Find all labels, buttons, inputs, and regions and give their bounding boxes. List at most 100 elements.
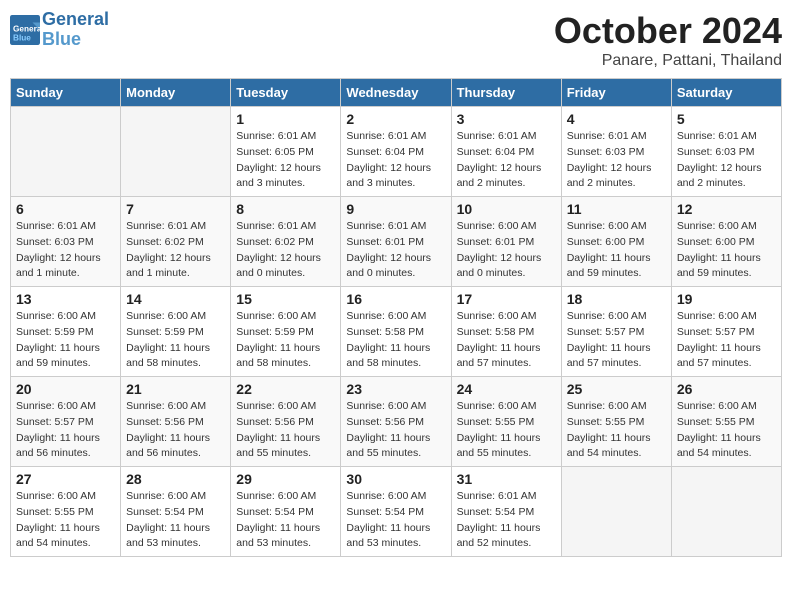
day-info: Sunrise: 6:00 AMSunset: 5:57 PMDaylight:… bbox=[16, 399, 115, 462]
day-number: 31 bbox=[457, 471, 556, 487]
day-number: 8 bbox=[236, 201, 335, 217]
day-number: 30 bbox=[346, 471, 445, 487]
day-info: Sunrise: 6:01 AMSunset: 6:04 PMDaylight:… bbox=[346, 129, 445, 192]
day-info: Sunrise: 6:00 AMSunset: 6:01 PMDaylight:… bbox=[457, 219, 556, 282]
col-friday: Friday bbox=[561, 79, 671, 107]
day-number: 28 bbox=[126, 471, 225, 487]
day-number: 29 bbox=[236, 471, 335, 487]
day-info: Sunrise: 6:00 AMSunset: 5:56 PMDaylight:… bbox=[346, 399, 445, 462]
day-number: 26 bbox=[677, 381, 776, 397]
day-number: 22 bbox=[236, 381, 335, 397]
day-number: 12 bbox=[677, 201, 776, 217]
col-thursday: Thursday bbox=[451, 79, 561, 107]
calendar-cell: 7 Sunrise: 6:01 AMSunset: 6:02 PMDaylight… bbox=[121, 197, 231, 287]
day-number: 24 bbox=[457, 381, 556, 397]
day-info: Sunrise: 6:01 AMSunset: 6:02 PMDaylight:… bbox=[236, 219, 335, 282]
day-info: Sunrise: 6:01 AMSunset: 6:01 PMDaylight:… bbox=[346, 219, 445, 282]
day-number: 19 bbox=[677, 291, 776, 307]
calendar-cell: 20Sunrise: 6:00 AMSunset: 5:57 PMDayligh… bbox=[11, 377, 121, 467]
day-info: Sunrise: 6:01 AMSunset: 6:03 PMDaylight:… bbox=[677, 129, 776, 192]
day-number: 10 bbox=[457, 201, 556, 217]
calendar-cell: 2 Sunrise: 6:01 AMSunset: 6:04 PMDaylight… bbox=[341, 107, 451, 197]
day-number: 25 bbox=[567, 381, 666, 397]
calendar-cell: 21Sunrise: 6:00 AMSunset: 5:56 PMDayligh… bbox=[121, 377, 231, 467]
calendar-cell: 10 Sunrise: 6:00 AMSunset: 6:01 PMDayligh… bbox=[451, 197, 561, 287]
calendar-cell: 19 Sunrise: 6:00 AMSunset: 5:57 PMDayligh… bbox=[671, 287, 781, 377]
day-info: Sunrise: 6:00 AMSunset: 5:54 PMDaylight:… bbox=[236, 489, 335, 552]
calendar-cell: 12 Sunrise: 6:00 AMSunset: 6:00 PMDayligh… bbox=[671, 197, 781, 287]
calendar-cell: 23 Sunrise: 6:00 AMSunset: 5:56 PMDayligh… bbox=[341, 377, 451, 467]
day-number: 21 bbox=[126, 381, 225, 397]
day-info: Sunrise: 6:00 AMSunset: 5:57 PMDaylight:… bbox=[677, 309, 776, 372]
calendar-week-3: 13Sunrise: 6:00 AMSunset: 5:59 PMDayligh… bbox=[11, 287, 782, 377]
svg-text:Blue: Blue bbox=[13, 33, 31, 42]
calendar-subtitle: Panare, Pattani, Thailand bbox=[554, 52, 782, 70]
day-info: Sunrise: 6:01 AMSunset: 5:54 PMDaylight:… bbox=[457, 489, 556, 552]
calendar-cell: 27Sunrise: 6:00 AMSunset: 5:55 PMDayligh… bbox=[11, 467, 121, 557]
day-number: 11 bbox=[567, 201, 666, 217]
calendar-cell: 1 Sunrise: 6:01 AMSunset: 6:05 PMDaylight… bbox=[231, 107, 341, 197]
calendar-cell: 16Sunrise: 6:00 AMSunset: 5:58 PMDayligh… bbox=[341, 287, 451, 377]
svg-text:General: General bbox=[13, 24, 40, 33]
calendar-week-1: 1 Sunrise: 6:01 AMSunset: 6:05 PMDaylight… bbox=[11, 107, 782, 197]
day-info: Sunrise: 6:00 AMSunset: 5:55 PMDaylight:… bbox=[457, 399, 556, 462]
day-info: Sunrise: 6:00 AMSunset: 5:57 PMDaylight:… bbox=[567, 309, 666, 372]
day-info: Sunrise: 6:00 AMSunset: 5:55 PMDaylight:… bbox=[567, 399, 666, 462]
calendar-week-5: 27Sunrise: 6:00 AMSunset: 5:55 PMDayligh… bbox=[11, 467, 782, 557]
calendar-cell: 8 Sunrise: 6:01 AMSunset: 6:02 PMDaylight… bbox=[231, 197, 341, 287]
day-info: Sunrise: 6:01 AMSunset: 6:03 PMDaylight:… bbox=[567, 129, 666, 192]
day-info: Sunrise: 6:00 AMSunset: 6:00 PMDaylight:… bbox=[677, 219, 776, 282]
day-info: Sunrise: 6:00 AMSunset: 5:55 PMDaylight:… bbox=[677, 399, 776, 462]
header: General Blue GeneralBlue October 2024 Pa… bbox=[10, 10, 782, 70]
day-number: 23 bbox=[346, 381, 445, 397]
calendar-cell: 25 Sunrise: 6:00 AMSunset: 5:55 PMDayligh… bbox=[561, 377, 671, 467]
calendar-cell: 30Sunrise: 6:00 AMSunset: 5:54 PMDayligh… bbox=[341, 467, 451, 557]
calendar-cell: 28 Sunrise: 6:00 AMSunset: 5:54 PMDayligh… bbox=[121, 467, 231, 557]
day-number: 4 bbox=[567, 111, 666, 127]
calendar-cell: 5 Sunrise: 6:01 AMSunset: 6:03 PMDaylight… bbox=[671, 107, 781, 197]
day-info: Sunrise: 6:00 AMSunset: 5:54 PMDaylight:… bbox=[126, 489, 225, 552]
calendar-cell: 31 Sunrise: 6:01 AMSunset: 5:54 PMDayligh… bbox=[451, 467, 561, 557]
day-info: Sunrise: 6:01 AMSunset: 6:04 PMDaylight:… bbox=[457, 129, 556, 192]
calendar-cell: 13Sunrise: 6:00 AMSunset: 5:59 PMDayligh… bbox=[11, 287, 121, 377]
calendar-cell: 11Sunrise: 6:00 AMSunset: 6:00 PMDayligh… bbox=[561, 197, 671, 287]
calendar-cell: 24 Sunrise: 6:00 AMSunset: 5:55 PMDayligh… bbox=[451, 377, 561, 467]
calendar-cell: 17 Sunrise: 6:00 AMSunset: 5:58 PMDayligh… bbox=[451, 287, 561, 377]
day-info: Sunrise: 6:01 AMSunset: 6:03 PMDaylight:… bbox=[16, 219, 115, 282]
day-info: Sunrise: 6:00 AMSunset: 5:59 PMDaylight:… bbox=[126, 309, 225, 372]
col-wednesday: Wednesday bbox=[341, 79, 451, 107]
day-info: Sunrise: 6:01 AMSunset: 6:05 PMDaylight:… bbox=[236, 129, 335, 192]
calendar-title: October 2024 bbox=[554, 10, 782, 52]
day-number: 6 bbox=[16, 201, 115, 217]
day-number: 16 bbox=[346, 291, 445, 307]
calendar-cell: 14Sunrise: 6:00 AMSunset: 5:59 PMDayligh… bbox=[121, 287, 231, 377]
title-area: October 2024 Panare, Pattani, Thailand bbox=[554, 10, 782, 70]
calendar-cell: 3Sunrise: 6:01 AMSunset: 6:04 PMDaylight… bbox=[451, 107, 561, 197]
day-number: 9 bbox=[346, 201, 445, 217]
day-info: Sunrise: 6:00 AMSunset: 5:59 PMDaylight:… bbox=[236, 309, 335, 372]
calendar-cell: 6 Sunrise: 6:01 AMSunset: 6:03 PMDaylight… bbox=[11, 197, 121, 287]
calendar-cell: 22Sunrise: 6:00 AMSunset: 5:56 PMDayligh… bbox=[231, 377, 341, 467]
day-number: 17 bbox=[457, 291, 556, 307]
day-number: 15 bbox=[236, 291, 335, 307]
col-saturday: Saturday bbox=[671, 79, 781, 107]
calendar-cell bbox=[11, 107, 121, 197]
calendar-week-4: 20Sunrise: 6:00 AMSunset: 5:57 PMDayligh… bbox=[11, 377, 782, 467]
calendar-week-2: 6 Sunrise: 6:01 AMSunset: 6:03 PMDaylight… bbox=[11, 197, 782, 287]
day-number: 18 bbox=[567, 291, 666, 307]
day-info: Sunrise: 6:00 AMSunset: 5:59 PMDaylight:… bbox=[16, 309, 115, 372]
header-row: Sunday Monday Tuesday Wednesday Thursday… bbox=[11, 79, 782, 107]
day-number: 7 bbox=[126, 201, 225, 217]
calendar-cell: 26 Sunrise: 6:00 AMSunset: 5:55 PMDayligh… bbox=[671, 377, 781, 467]
day-info: Sunrise: 6:00 AMSunset: 5:58 PMDaylight:… bbox=[457, 309, 556, 372]
col-monday: Monday bbox=[121, 79, 231, 107]
col-tuesday: Tuesday bbox=[231, 79, 341, 107]
day-number: 1 bbox=[236, 111, 335, 127]
logo: General Blue GeneralBlue bbox=[10, 10, 109, 50]
day-number: 5 bbox=[677, 111, 776, 127]
calendar-table: Sunday Monday Tuesday Wednesday Thursday… bbox=[10, 78, 782, 557]
day-info: Sunrise: 6:01 AMSunset: 6:02 PMDaylight:… bbox=[126, 219, 225, 282]
day-number: 2 bbox=[346, 111, 445, 127]
calendar-cell bbox=[561, 467, 671, 557]
day-number: 27 bbox=[16, 471, 115, 487]
